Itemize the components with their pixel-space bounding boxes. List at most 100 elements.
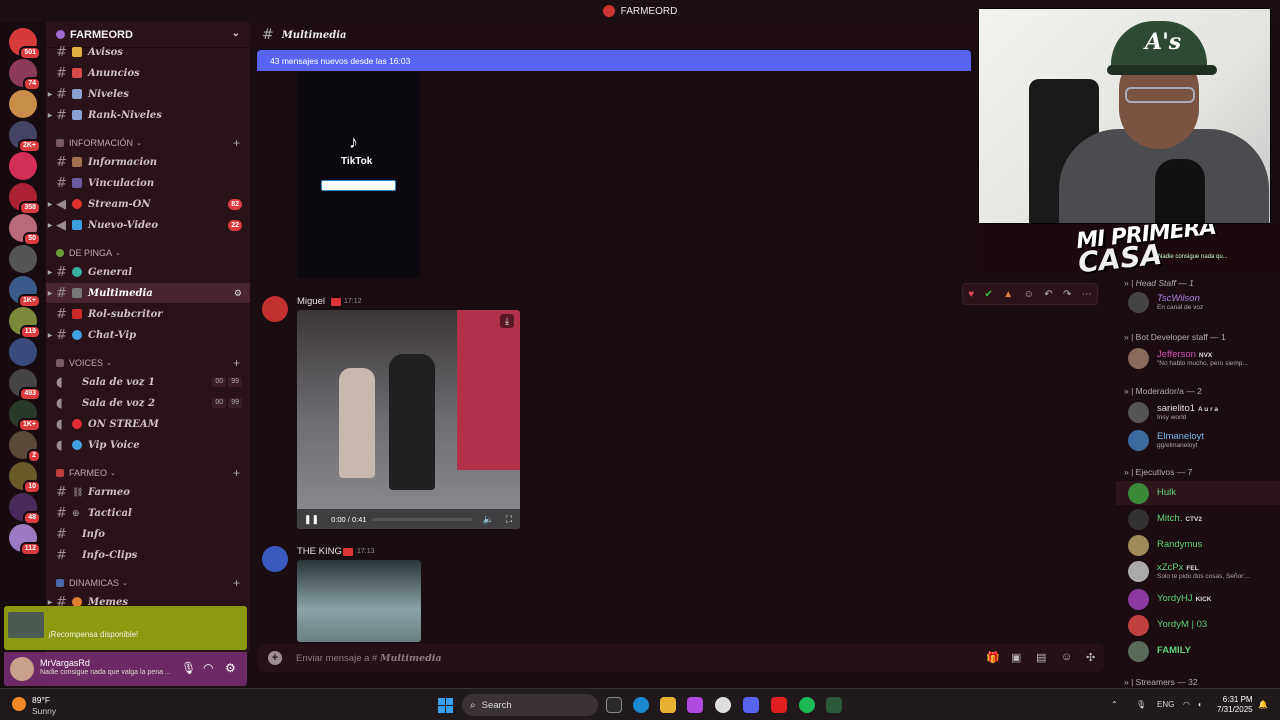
server-icon[interactable]: 501	[9, 28, 41, 60]
heart-reaction-icon[interactable]: ♥	[968, 289, 974, 300]
voice-channel-sala-2[interactable]: ◖ Sala de voz 2 00 99	[46, 393, 250, 413]
discord-icon[interactable]	[743, 697, 759, 713]
edge-icon[interactable]	[633, 697, 649, 713]
expand-arrow-icon[interactable]: ▶	[46, 290, 54, 297]
emoji-reaction-icon[interactable]: ▲	[1003, 289, 1013, 300]
server-icon[interactable]: 112	[9, 524, 41, 556]
system-clock[interactable]: 6:31 PM 7/31/2025	[1217, 695, 1253, 715]
channel-tactical[interactable]: # ⊕ Tactical	[46, 503, 250, 523]
language-indicator[interactable]: ENG	[1157, 700, 1174, 709]
add-channel-icon[interactable]: +	[233, 356, 240, 370]
message-composer[interactable]: + Enviar mensaje a # Multimedia 🎁 ▣ ▤ ☺ …	[258, 644, 1104, 672]
microphone-icon[interactable]: 🎙	[181, 661, 196, 675]
file-explorer-icon[interactable]	[660, 697, 676, 713]
channel-info-clips[interactable]: # Info-Clips	[46, 545, 250, 565]
server-icon[interactable]: 48	[9, 493, 41, 525]
member-item[interactable]: xZcPx FEL Solo te pido dos cosas, Señor:.…	[1116, 559, 1280, 583]
reward-banner[interactable]: ¡Recompensa disponible!	[4, 606, 247, 650]
category-informacion[interactable]: INFORMACIÓN ⌄ +	[46, 134, 250, 152]
apps-icon[interactable]: ✣	[1086, 651, 1099, 664]
emoji-icon[interactable]: ☺	[1061, 651, 1074, 664]
server-icon[interactable]: 2K+	[9, 121, 41, 153]
channel-niveles[interactable]: ▶ # Niveles	[46, 84, 250, 104]
server-icon[interactable]	[9, 338, 37, 366]
expand-arrow-icon[interactable]: ▶	[46, 91, 54, 98]
new-messages-bar[interactable]: 43 mensajes nuevos desde las 16:03	[257, 50, 971, 71]
pause-icon[interactable]: ❚❚	[304, 514, 319, 525]
member-item[interactable]: Randymus	[1116, 533, 1280, 557]
video-progress-bar[interactable]	[372, 518, 472, 521]
member-item[interactable]: Jefferson NVX "No hablo mucho, pero siemp…	[1116, 346, 1280, 370]
server-icon[interactable]: 2	[9, 431, 41, 463]
server-icon[interactable]	[9, 90, 37, 118]
server-icon[interactable]: 50	[9, 214, 41, 246]
expand-arrow-icon[interactable]: ▶	[46, 222, 54, 229]
gear-icon[interactable]: ⚙	[225, 661, 236, 675]
terminal-icon[interactable]	[826, 697, 842, 713]
message-author[interactable]: THE KING	[297, 546, 342, 557]
server-icon[interactable]: 74	[9, 59, 41, 91]
expand-arrow-icon[interactable]: ▶	[46, 201, 54, 208]
channel-avisos[interactable]: # Avisos	[46, 42, 250, 62]
server-icon[interactable]: 493	[9, 369, 41, 401]
channel-stream-on[interactable]: ▶ ◀ Stream-ON 82	[46, 194, 250, 214]
notification-bell-icon[interactable]: 🔔	[1258, 700, 1268, 709]
more-icon[interactable]: ⋯	[1082, 289, 1092, 300]
voice-channel-sala-1[interactable]: ◖ Sala de voz 1 00 99	[46, 372, 250, 392]
wifi-icon[interactable]: ◠	[1183, 700, 1190, 709]
avatar[interactable]	[262, 546, 288, 572]
avatar[interactable]	[10, 657, 34, 681]
sticker-icon[interactable]: ▤	[1036, 651, 1049, 664]
member-item[interactable]: Hulk	[1116, 481, 1280, 505]
channel-chat-vip[interactable]: ▶ # Chat-Vip	[46, 325, 250, 345]
gif-icon[interactable]: ▣	[1011, 651, 1024, 664]
server-icon[interactable]: 10	[9, 462, 41, 494]
server-icon[interactable]	[9, 245, 37, 273]
channel-multimedia[interactable]: ▶ # Multimedia ⚙	[46, 283, 250, 303]
member-item[interactable]: Mitch. CTV2	[1116, 507, 1280, 531]
video-player[interactable]: ⤓ ❚❚ 0:00 / 0:41 🔈 ⛶	[297, 310, 520, 529]
volume-icon[interactable]: ◖	[1197, 700, 1202, 709]
copilot-icon[interactable]	[687, 697, 703, 713]
task-view-icon[interactable]	[606, 697, 622, 713]
channel-info[interactable]: # Info	[46, 524, 250, 544]
category-voices[interactable]: VOICES ⌄ +	[46, 354, 250, 372]
server-icon[interactable]: 119	[9, 307, 41, 339]
channel-farmeo[interactable]: # ⛓ Farmeo	[46, 482, 250, 502]
member-item[interactable]: YordyM | 03	[1116, 613, 1280, 637]
attach-plus-icon[interactable]: +	[268, 651, 282, 665]
category-farmeo[interactable]: FARMEO ⌄ +	[46, 464, 250, 482]
server-icon[interactable]: 1K+	[9, 276, 41, 308]
channel-vinculacion[interactable]: # Vinculacion	[46, 173, 250, 193]
voice-channel-on-stream[interactable]: ◖ ON STREAM	[46, 414, 250, 434]
volume-icon[interactable]: 🔈	[483, 514, 494, 525]
video-embed[interactable]	[297, 560, 421, 642]
category-de-pinga[interactable]: DE PINGA ⌄	[46, 244, 250, 262]
channel-settings-icon[interactable]: ⚙	[234, 288, 242, 299]
taskbar-search[interactable]: ⌕ Search	[462, 694, 598, 716]
check-reaction-icon[interactable]: ✔	[985, 289, 993, 300]
channel-rol-subcritor[interactable]: # Rol-subcritor	[46, 304, 250, 324]
server-icon[interactable]: 358	[9, 183, 41, 215]
avatar[interactable]	[262, 296, 288, 322]
expand-arrow-icon[interactable]: ▶	[46, 332, 54, 339]
member-item[interactable]: Elmaneloyt gg/elmaneloyt	[1116, 428, 1280, 452]
chevron-down-icon[interactable]: ⌄	[232, 28, 240, 39]
add-channel-icon[interactable]: +	[233, 136, 240, 150]
forward-icon[interactable]: ↷	[1063, 289, 1071, 300]
expand-arrow-icon[interactable]: ▶	[46, 112, 54, 119]
channel-anuncios[interactable]: # Anuncios	[46, 63, 250, 83]
channel-nuevo-video[interactable]: ▶ ◀ Nuevo-Video 22	[46, 215, 250, 235]
tiktok-embed[interactable]: ♪ TikTok	[297, 72, 420, 278]
fullscreen-icon[interactable]: ⛶	[506, 514, 512, 525]
add-channel-icon[interactable]: +	[233, 466, 240, 480]
chrome-icon[interactable]	[715, 697, 731, 713]
member-item[interactable]: YordyHJ KICK	[1116, 587, 1280, 611]
category-dinamicas[interactable]: DINAMICAS ⌄ +	[46, 574, 250, 592]
message-author[interactable]: Miguel	[297, 296, 325, 307]
member-item[interactable]: TscWilson En canal de voz	[1116, 290, 1280, 314]
member-item[interactable]: FAMILY	[1116, 639, 1280, 663]
username[interactable]: MrVargasRd	[40, 658, 90, 668]
expand-arrow-icon[interactable]: ▶	[46, 269, 54, 276]
channel-general[interactable]: ▶ # General	[46, 262, 250, 282]
